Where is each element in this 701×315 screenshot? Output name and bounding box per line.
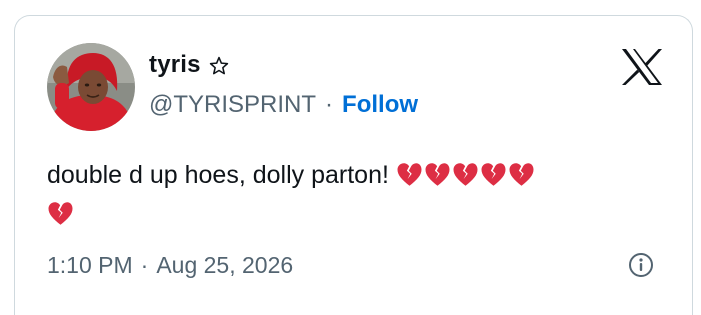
- info-icon[interactable]: [628, 252, 654, 278]
- user-handle[interactable]: @TYRISPRINT: [149, 91, 316, 119]
- tweet-card: tyris @TYRISPRINT · Follow double d up h…: [14, 15, 693, 315]
- tweet-text: double d up hoes, dolly parton!: [47, 156, 667, 234]
- broken-heart-icon: [453, 163, 478, 186]
- follow-button[interactable]: Follow: [342, 91, 418, 119]
- tweet-time: 1:10 PM: [47, 251, 133, 278]
- x-logo-icon[interactable]: [621, 48, 663, 86]
- broken-heart-icon: [481, 163, 506, 186]
- display-name[interactable]: tyris: [149, 51, 201, 79]
- separator-dot: ·: [140, 251, 149, 278]
- broken-heart-icon: [48, 202, 73, 225]
- broken-heart-icon: [397, 163, 422, 186]
- avatar-image: [47, 43, 135, 131]
- broken-heart-icon: [509, 163, 534, 186]
- avatar[interactable]: [47, 43, 135, 131]
- star-outline-icon: [208, 55, 230, 77]
- broken-heart-icon: [425, 163, 450, 186]
- tweet-timestamp[interactable]: 1:10 PM · Aug 25, 2026: [47, 250, 293, 280]
- separator-dot: ·: [325, 91, 334, 118]
- tweet-date: Aug 25, 2026: [156, 251, 294, 278]
- tweet-body: double d up hoes, dolly parton!: [47, 161, 389, 189]
